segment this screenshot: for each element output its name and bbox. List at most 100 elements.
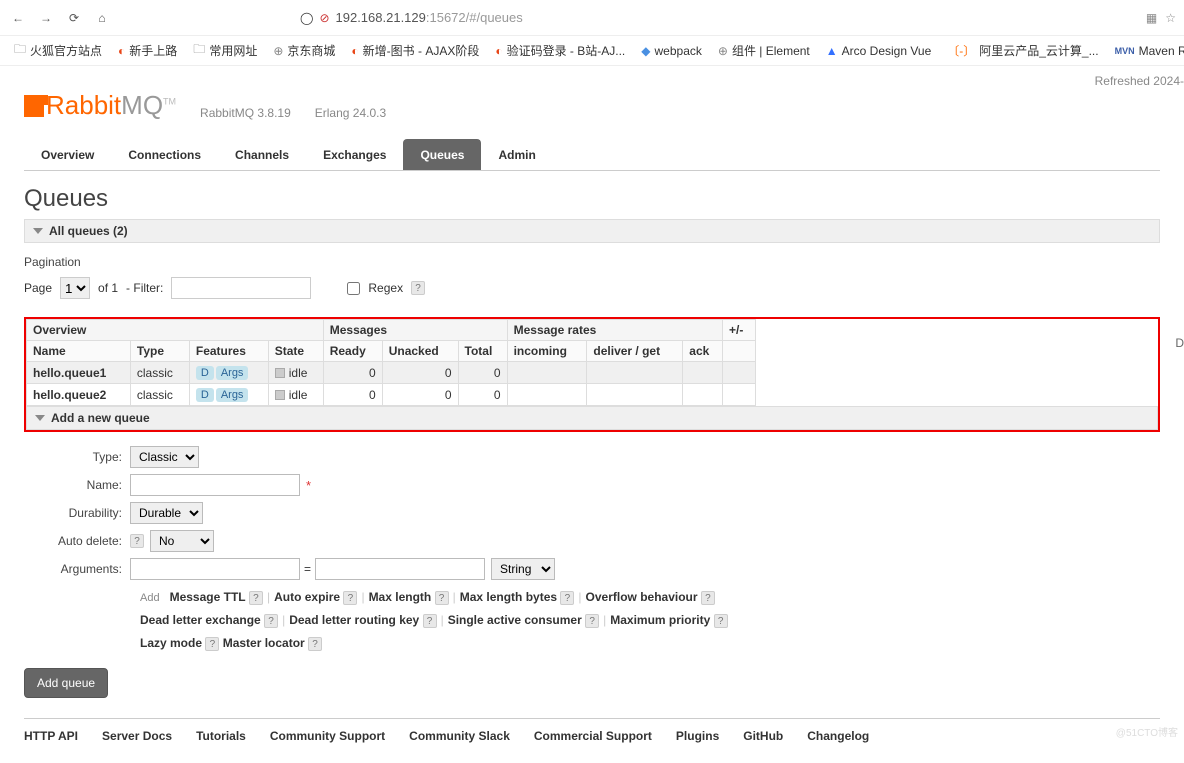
- star-icon[interactable]: ☆: [1165, 11, 1176, 25]
- col-header[interactable]: State: [268, 341, 323, 362]
- bookmark-item[interactable]: MVNMaven Repository: S...: [1109, 42, 1184, 60]
- durable-badge: D: [196, 388, 214, 402]
- footer-link[interactable]: GitHub: [743, 729, 783, 743]
- args-badge: Args: [216, 366, 249, 380]
- argument-type-select[interactable]: String: [491, 558, 555, 580]
- argument-helper-link[interactable]: Lazy mode: [140, 636, 202, 650]
- bookmark-item[interactable]: ◆webpack: [635, 42, 708, 60]
- tab-overview[interactable]: Overview: [24, 139, 111, 170]
- footer-link[interactable]: Changelog: [807, 729, 869, 743]
- help-icon[interactable]: ?: [264, 614, 278, 628]
- tab-exchanges[interactable]: Exchanges: [306, 139, 403, 170]
- site-icon: ◐: [118, 44, 125, 58]
- col-header[interactable]: ack: [683, 341, 723, 362]
- argument-helper-link[interactable]: Message TTL: [170, 590, 246, 604]
- type-label: Type:: [24, 450, 130, 464]
- help-icon[interactable]: ?: [249, 591, 263, 605]
- regex-checkbox[interactable]: [347, 282, 360, 295]
- bookmark-item[interactable]: 〔-〕阿里云产品_云计算_...: [941, 40, 1104, 61]
- queue-name-link[interactable]: hello.queue2: [33, 388, 106, 402]
- col-header[interactable]: incoming: [507, 341, 587, 362]
- argument-helper-link[interactable]: Master locator: [223, 636, 305, 650]
- footer-link[interactable]: Tutorials: [196, 729, 246, 743]
- back-icon[interactable]: ←: [8, 8, 28, 28]
- help-icon[interactable]: ?: [701, 591, 715, 605]
- footer-link[interactable]: Plugins: [676, 729, 719, 743]
- browser-nav-bar: ← → ⟳ ⌂ ◯ ⊘ 192.168.21.129:15672/#/queue…: [0, 0, 1184, 36]
- bookmark-item[interactable]: ⊕组件 | Element: [712, 40, 816, 61]
- footer-link[interactable]: Commercial Support: [534, 729, 652, 743]
- help-icon[interactable]: ?: [714, 614, 728, 628]
- bookmark-item[interactable]: ⊕京东商城: [267, 40, 341, 61]
- highlighted-region: Overview Messages Message rates +/- Name…: [24, 317, 1160, 432]
- url-host: 192.168.21.129:15672/#/queues: [336, 10, 523, 25]
- reload-icon[interactable]: ⟳: [64, 8, 84, 28]
- col-header[interactable]: Type: [130, 341, 189, 362]
- argument-helper-link[interactable]: Dead letter exchange: [140, 613, 261, 627]
- bookmark-item[interactable]: ◐新增-图书 - AJAX阶段: [345, 40, 485, 61]
- argument-helper-link[interactable]: Overflow behaviour: [586, 590, 698, 604]
- columns-toggle[interactable]: +/-: [723, 320, 756, 341]
- url-bar[interactable]: ◯ ⊘ 192.168.21.129:15672/#/queues: [120, 10, 1138, 25]
- col-header[interactable]: Unacked: [382, 341, 458, 362]
- footer-link[interactable]: HTTP API: [24, 729, 78, 743]
- add-queue-form: Type: Classic Name: * Durability: Durabl…: [24, 446, 1160, 654]
- filter-input[interactable]: [171, 277, 311, 299]
- add-argument-link[interactable]: Add: [140, 592, 160, 604]
- folder-icon: 🗀: [14, 40, 26, 61]
- bookmark-item[interactable]: ◐验证码登录 - B站-AJ...: [489, 40, 631, 61]
- bookmark-item[interactable]: ◐新手上路: [112, 40, 183, 61]
- argument-helper-link[interactable]: Max length bytes: [460, 590, 557, 604]
- footer-link[interactable]: Community Support: [270, 729, 385, 743]
- autodelete-help-icon[interactable]: ?: [130, 534, 144, 548]
- page-select[interactable]: 1: [60, 277, 90, 299]
- argument-helper-link[interactable]: Single active consumer: [448, 613, 582, 627]
- col-header[interactable]: Features: [189, 341, 268, 362]
- rabbitmq-version: RabbitMQ 3.8.19: [200, 106, 291, 120]
- folder-icon: 🗀: [193, 40, 205, 61]
- add-queue-toggle[interactable]: Add a new queue: [26, 406, 1158, 430]
- bookmark-item[interactable]: 🗀火狐官方站点: [8, 38, 108, 63]
- argument-helper-link[interactable]: Auto expire: [274, 590, 340, 604]
- argument-key-input[interactable]: [130, 558, 300, 580]
- forward-icon[interactable]: →: [36, 8, 56, 28]
- col-header[interactable]: Ready: [323, 341, 382, 362]
- durability-select[interactable]: Durable: [130, 502, 203, 524]
- name-input[interactable]: [130, 474, 300, 496]
- table-row: hello.queue2classicDArgsidle000: [27, 384, 756, 406]
- main-tabs: OverviewConnectionsChannelsExchangesQueu…: [24, 139, 1160, 171]
- help-icon[interactable]: ?: [560, 591, 574, 605]
- footer-link[interactable]: Server Docs: [102, 729, 172, 743]
- queues-table: Overview Messages Message rates +/- Name…: [26, 319, 756, 406]
- help-icon[interactable]: ?: [205, 637, 219, 651]
- argument-helper-link[interactable]: Maximum priority: [610, 613, 710, 627]
- col-header[interactable]: Name: [27, 341, 131, 362]
- footer-link[interactable]: Community Slack: [409, 729, 510, 743]
- tab-queues[interactable]: Queues: [403, 139, 481, 170]
- regex-help-icon[interactable]: ?: [411, 281, 425, 295]
- bookmark-item[interactable]: ▲Arco Design Vue: [820, 42, 938, 60]
- tab-admin[interactable]: Admin: [481, 139, 552, 170]
- help-icon[interactable]: ?: [308, 637, 322, 651]
- help-icon[interactable]: ?: [435, 591, 449, 605]
- tab-connections[interactable]: Connections: [111, 139, 218, 170]
- argument-helper-link[interactable]: Max length: [369, 590, 432, 604]
- all-queues-toggle[interactable]: All queues (2): [24, 219, 1160, 243]
- type-select[interactable]: Classic: [130, 446, 199, 468]
- help-icon[interactable]: ?: [423, 614, 437, 628]
- queue-name-link[interactable]: hello.queue1: [33, 366, 106, 380]
- bookmark-item[interactable]: 🗀常用网址: [187, 38, 263, 63]
- help-icon[interactable]: ?: [585, 614, 599, 628]
- autodelete-select[interactable]: No: [150, 530, 214, 552]
- chevron-down-icon: [33, 228, 43, 234]
- col-header[interactable]: deliver / get: [587, 341, 683, 362]
- argument-value-input[interactable]: [315, 558, 485, 580]
- argument-helper-link[interactable]: Dead letter routing key: [289, 613, 419, 627]
- logo[interactable]: RabbitMQTM: [24, 90, 176, 121]
- home-icon[interactable]: ⌂: [92, 8, 112, 28]
- tab-channels[interactable]: Channels: [218, 139, 306, 170]
- add-queue-button[interactable]: Add queue: [24, 668, 108, 698]
- qr-icon[interactable]: ▦: [1146, 11, 1157, 25]
- help-icon[interactable]: ?: [343, 591, 357, 605]
- col-header[interactable]: Total: [458, 341, 507, 362]
